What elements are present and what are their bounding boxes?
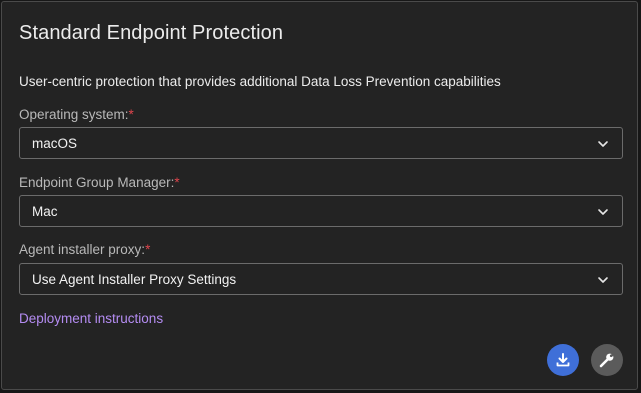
proxy-field-label: Agent installer proxy:*	[19, 242, 150, 257]
proxy-label-text: Agent installer proxy:	[19, 242, 146, 257]
settings-button[interactable]	[591, 344, 623, 376]
proxy-select-value: Use Agent Installer Proxy Settings	[32, 272, 237, 287]
wrench-icon	[599, 353, 614, 368]
card-title: Standard Endpoint Protection	[19, 22, 284, 44]
chevron-down-icon	[598, 277, 608, 283]
download-icon	[556, 353, 570, 367]
chevron-down-icon	[598, 141, 608, 147]
proxy-select[interactable]: Use Agent Installer Proxy Settings	[19, 263, 623, 295]
os-label-text: Operating system:	[19, 107, 129, 122]
os-field-label: Operating system:*	[19, 107, 134, 122]
deployment-instructions-link[interactable]: Deployment instructions	[19, 311, 163, 326]
card-description: User-centric protection that provides ad…	[19, 74, 501, 89]
endpoint-protection-card: Standard Endpoint Protection User-centri…	[1, 1, 638, 390]
download-button[interactable]	[547, 344, 579, 376]
required-marker: *	[145, 242, 151, 257]
group-field-label: Endpoint Group Manager:*	[19, 175, 180, 190]
required-marker: *	[174, 175, 180, 190]
os-select[interactable]: macOS	[19, 127, 623, 159]
group-label-text: Endpoint Group Manager:	[19, 175, 175, 190]
required-marker: *	[128, 107, 134, 122]
chevron-down-icon	[598, 209, 608, 215]
os-select-value: macOS	[32, 136, 78, 151]
group-manager-select[interactable]: Mac	[19, 195, 623, 227]
group-select-value: Mac	[32, 204, 58, 219]
